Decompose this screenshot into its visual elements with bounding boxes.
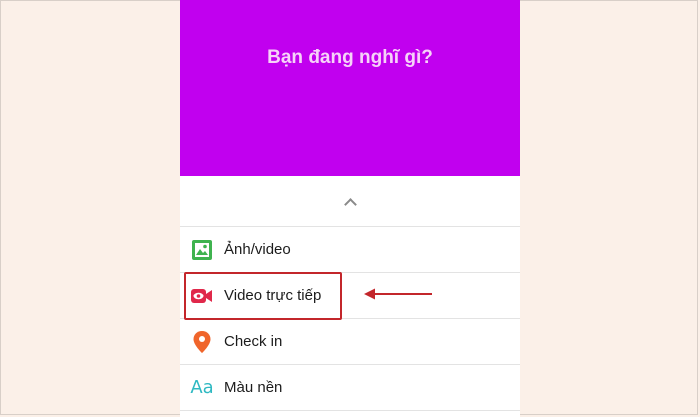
text-background-icon: Aa bbox=[190, 376, 214, 400]
option-label: Check in bbox=[224, 333, 283, 350]
option-label: Màu nền bbox=[224, 379, 283, 396]
collapse-toggle[interactable] bbox=[180, 176, 520, 227]
location-pin-icon bbox=[190, 330, 214, 354]
create-post-panel: Bạn đang nghĩ gì? Ảnh/video Video trực t… bbox=[180, 0, 520, 417]
highlight-box bbox=[184, 272, 342, 320]
option-check-in[interactable]: Check in bbox=[180, 319, 520, 365]
option-label: Ảnh/video bbox=[224, 241, 291, 258]
option-photo-video[interactable]: Ảnh/video bbox=[180, 227, 520, 273]
photo-gallery-icon bbox=[190, 238, 214, 262]
text-background-glyph: Aa bbox=[190, 377, 214, 398]
pointer-arrow-icon bbox=[364, 288, 432, 300]
chevron-up-icon bbox=[343, 197, 357, 211]
option-background-color[interactable]: Aa Màu nền bbox=[180, 365, 520, 411]
post-composer[interactable]: Bạn đang nghĩ gì? bbox=[180, 0, 520, 176]
composer-prompt: Bạn đang nghĩ gì? bbox=[267, 47, 433, 68]
